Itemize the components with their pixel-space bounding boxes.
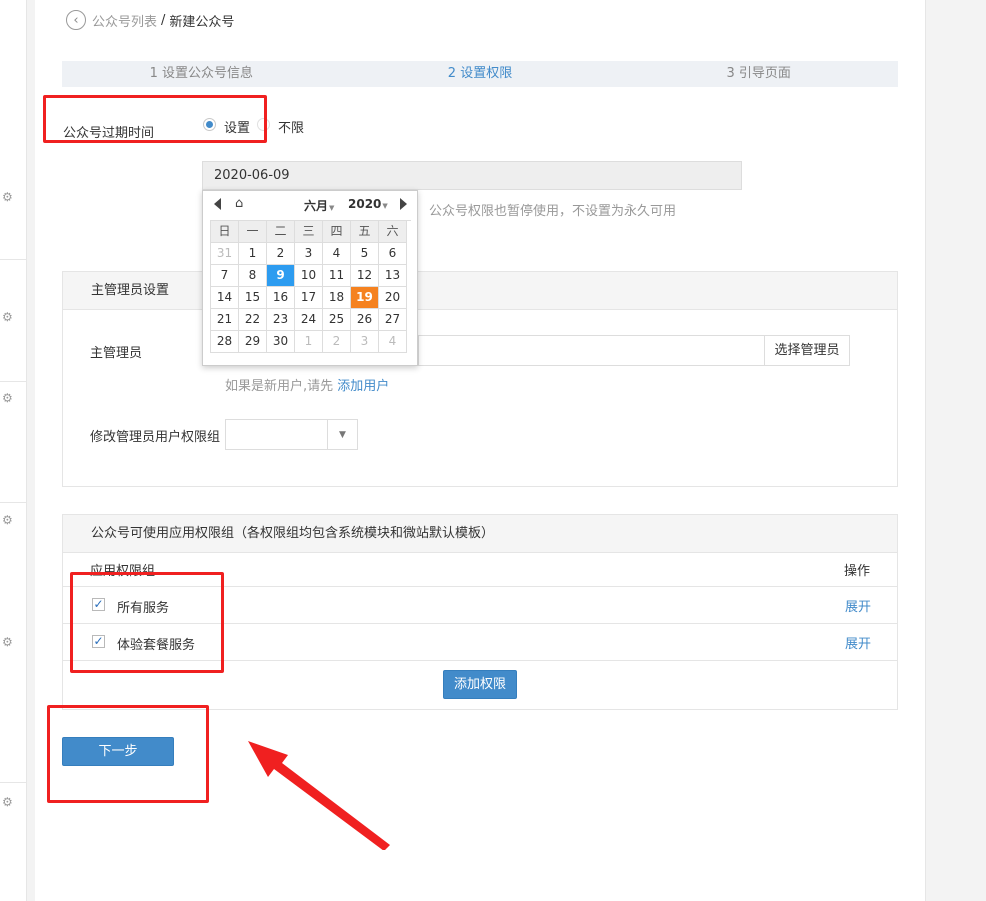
calendar-day[interactable]: 1 [239, 243, 267, 265]
breadcrumb-parent-link[interactable]: 公众号列表 [92, 11, 157, 30]
calendar-day[interactable]: 15 [239, 287, 267, 309]
radio-unlimited-label[interactable]: 不限 [278, 117, 304, 136]
home-icon[interactable]: ⌂ [235, 196, 243, 211]
caret-down-icon: ▼ [329, 204, 335, 212]
add-permission-button[interactable]: 添加权限 [443, 670, 517, 699]
expand-link[interactable]: 展开 [845, 633, 871, 652]
gear-icon[interactable]: ⚙ [2, 636, 14, 648]
chevron-down-icon: ▼ [327, 420, 357, 449]
weekday-header: 四 [323, 221, 351, 243]
back-icon[interactable]: ‹ [66, 10, 86, 30]
step-3[interactable]: 3 引导页面 [619, 61, 898, 87]
add-user-link[interactable]: 添加用户 [337, 379, 389, 394]
gear-icon[interactable]: ⚙ [2, 796, 14, 808]
annotation-box-next [47, 705, 209, 803]
calendar-day[interactable]: 16 [267, 287, 295, 309]
calendar-day[interactable]: 23 [267, 309, 295, 331]
expand-link[interactable]: 展开 [845, 596, 871, 615]
breadcrumb: ‹ 公众号列表 / 新建公众号 [66, 8, 234, 32]
calendar-day[interactable]: 7 [211, 265, 239, 287]
calendar-day[interactable]: 13 [379, 265, 407, 287]
annotation-box-permissions [70, 572, 224, 673]
rail-divider [0, 381, 26, 382]
calendar-day[interactable]: 14 [211, 287, 239, 309]
admin-input[interactable] [418, 335, 765, 366]
calendar-day[interactable]: 12 [351, 265, 379, 287]
new-user-hint: 如果是新用户,请先 添加用户 [225, 375, 389, 394]
date-picker-header: ⌂ 六月▼ 2020▼ [203, 191, 417, 219]
calendar-day[interactable]: 25 [323, 309, 351, 331]
expiry-hint: 公众号权限也暂停使用，不设置为永久可用 [429, 204, 677, 219]
calendar-day[interactable]: 22 [239, 309, 267, 331]
rail-divider [0, 259, 26, 260]
year-label: 2020 [348, 197, 382, 211]
choose-admin-button[interactable]: 选择管理员 [764, 335, 850, 366]
calendar-day[interactable]: 17 [295, 287, 323, 309]
calendar-day[interactable]: 10 [295, 265, 323, 287]
date-picker[interactable]: ⌂ 六月▼ 2020▼ 日一二三四五六 31 1 2 3 4 5 6 7 8 9 10 11 12 13 14… [202, 190, 418, 366]
calendar-day[interactable]: 2 [267, 243, 295, 265]
calendar-day-today[interactable]: 19 [351, 287, 379, 309]
caret-down-icon: ▼ [382, 202, 388, 210]
breadcrumb-current: 新建公众号 [169, 14, 235, 30]
calendar-day[interactable]: 26 [351, 309, 379, 331]
calendar-day[interactable]: 6 [379, 243, 407, 265]
prev-month-icon[interactable] [214, 198, 221, 210]
calendar-day-other-month[interactable]: 2 [323, 331, 351, 353]
calendar-day[interactable]: 29 [239, 331, 267, 353]
calendar-day[interactable]: 27 [379, 309, 407, 331]
calendar-day-other-month[interactable]: 4 [379, 331, 407, 353]
gear-icon[interactable]: ⚙ [2, 191, 14, 203]
rail-divider [0, 782, 26, 783]
gear-icon[interactable]: ⚙ [2, 311, 14, 323]
step-2[interactable]: 2 设置权限 [341, 61, 620, 87]
month-selector[interactable]: 六月▼ [304, 197, 334, 214]
weekday-header: 五 [351, 221, 379, 243]
app-panel-title: 公众号可使用应用权限组（各权限组均包含系统模块和微站默认模板） [63, 515, 897, 553]
date-grid: 日一二三四五六 31 1 2 3 4 5 6 7 8 9 10 11 12 13 14 15 16 17 18 19 20… [210, 220, 411, 353]
calendar-day[interactable]: 18 [323, 287, 351, 309]
calendar-day[interactable]: 24 [295, 309, 323, 331]
admin-panel: 主管理员设置 [62, 271, 898, 487]
calendar-day[interactable]: 20 [379, 287, 407, 309]
calendar-day-selected[interactable]: 9 [267, 265, 295, 287]
admin-panel-title: 主管理员设置 [63, 272, 897, 310]
gear-icon[interactable]: ⚙ [2, 392, 14, 404]
next-month-icon[interactable] [400, 198, 407, 210]
breadcrumb-separator: / [161, 12, 166, 28]
admin-label: 主管理员 [90, 346, 143, 361]
weekday-header: 日 [211, 221, 239, 243]
calendar-day[interactable]: 11 [323, 265, 351, 287]
expiry-date-input[interactable]: 2020-06-09 [202, 161, 742, 190]
right-gutter [925, 0, 986, 901]
calendar-day[interactable]: 8 [239, 265, 267, 287]
wizard-steps: 1 设置公众号信息 2 设置权限 3 引导页面 [62, 61, 898, 87]
calendar-day[interactable]: 4 [323, 243, 351, 265]
col-action-header: 操作 [844, 564, 871, 579]
calendar-day[interactable]: 5 [351, 243, 379, 265]
calendar-day[interactable]: 21 [211, 309, 239, 331]
calendar-day[interactable]: 30 [267, 331, 295, 353]
rail-divider [0, 502, 26, 503]
month-label: 六月 [304, 199, 329, 213]
gutter [27, 0, 35, 901]
step-1[interactable]: 1 设置公众号信息 [62, 61, 341, 87]
new-user-hint-text: 如果是新用户,请先 [225, 379, 334, 394]
calendar-day[interactable]: 3 [295, 243, 323, 265]
permission-group-label: 修改管理员用户权限组 [90, 430, 221, 445]
annotation-box-expiry [43, 95, 267, 143]
weekday-header: 三 [295, 221, 323, 243]
left-rail: ⚙ ⚙ ⚙ ⚙ ⚙ ⚙ [0, 0, 27, 901]
permission-group-select[interactable]: ▼ [225, 419, 358, 450]
weekday-header: 一 [239, 221, 267, 243]
weekday-header: 二 [267, 221, 295, 243]
annotation-arrow [248, 741, 390, 850]
calendar-day-other-month[interactable]: 1 [295, 331, 323, 353]
calendar-day[interactable]: 28 [211, 331, 239, 353]
weekday-header: 六 [379, 221, 407, 243]
gear-icon[interactable]: ⚙ [2, 514, 14, 526]
calendar-day-other-month[interactable]: 31 [211, 243, 239, 265]
year-selector[interactable]: 2020▼ [348, 197, 388, 211]
calendar-day-other-month[interactable]: 3 [351, 331, 379, 353]
